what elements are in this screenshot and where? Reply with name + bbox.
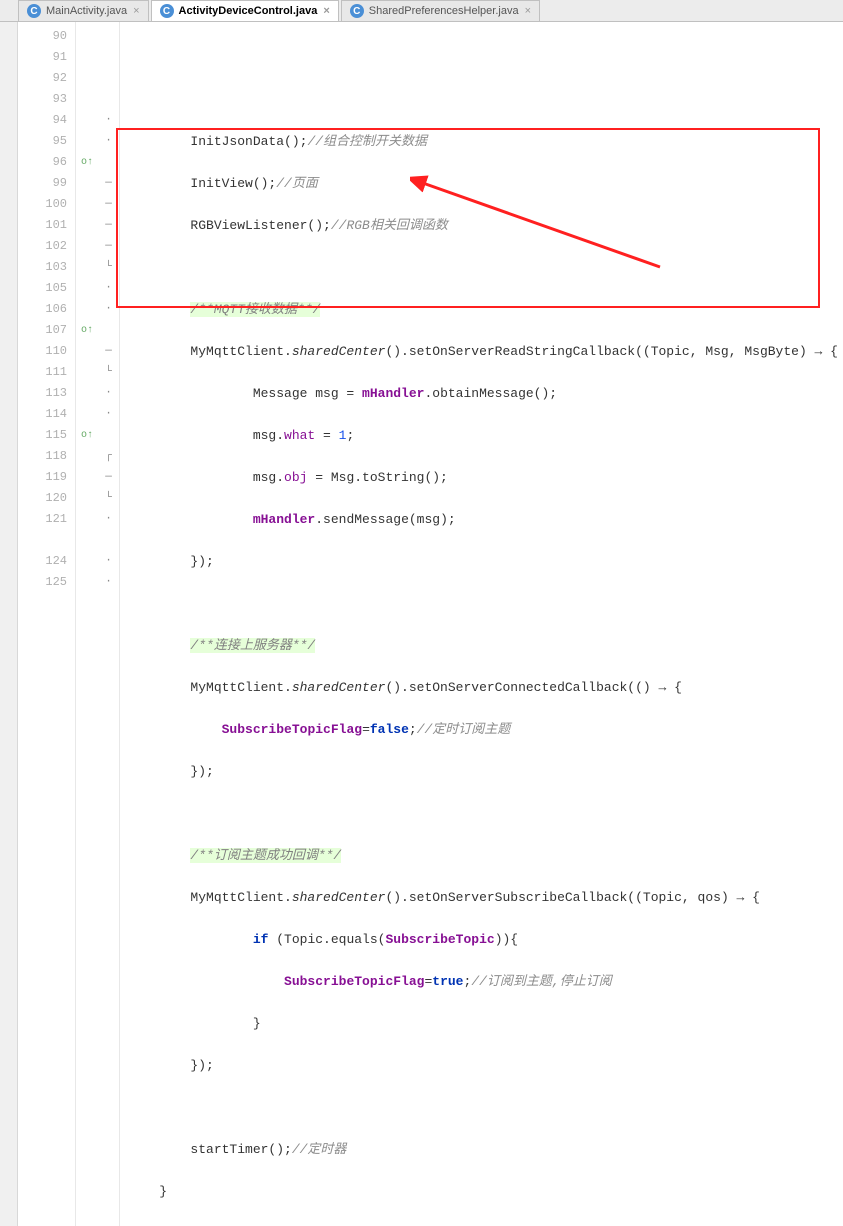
override-icon[interactable]: o↑ bbox=[76, 152, 98, 173]
code-line: SubscribeTopicFlag=false;//定时订阅主题 bbox=[128, 719, 843, 740]
close-icon[interactable]: × bbox=[323, 5, 329, 17]
code-line: InitJsonData();//组合控制开关数据 bbox=[128, 131, 843, 152]
code-line: /**连接上服务器**/ bbox=[128, 635, 843, 656]
code-line: MyMqttClient.sharedCenter().setOnServerS… bbox=[128, 887, 843, 908]
tab-activity-device-control[interactable]: C ActivityDeviceControl.java × bbox=[151, 0, 339, 21]
code-line: msg.obj = Msg.toString(); bbox=[128, 467, 843, 488]
java-class-icon: C bbox=[160, 4, 174, 18]
tab-bar: C MainActivity.java × C ActivityDeviceCo… bbox=[0, 0, 843, 22]
code-line: SubscribeTopicFlag=true;//订阅到主题,停止订阅 bbox=[128, 971, 843, 992]
code-line: }); bbox=[128, 761, 843, 782]
left-strip bbox=[0, 22, 18, 1226]
code-line bbox=[128, 593, 843, 614]
code-line: msg.what = 1; bbox=[128, 425, 843, 446]
code-line: } bbox=[128, 1181, 843, 1202]
tab-label: MainActivity.java bbox=[46, 5, 127, 17]
java-class-icon: C bbox=[350, 4, 364, 18]
tab-label: SharedPreferencesHelper.java bbox=[369, 5, 519, 17]
code-line: }); bbox=[128, 551, 843, 572]
gutter-icons: o↑ o↑ o↑ bbox=[76, 22, 98, 1226]
code-editor[interactable]: 90 91 92 93 94 95 96 99 100 101 102 103 … bbox=[0, 22, 843, 1226]
line-number-gutter: 90 91 92 93 94 95 96 99 100 101 102 103 … bbox=[18, 22, 76, 1226]
code-line: InitView();//页面 bbox=[128, 173, 843, 194]
code-line bbox=[128, 89, 843, 110]
code-line: RGBViewListener();//RGB相关回调函数 bbox=[128, 215, 843, 236]
override-icon[interactable]: o↑ bbox=[76, 320, 98, 341]
tab-main-activity[interactable]: C MainActivity.java × bbox=[18, 0, 149, 21]
code-line: if (Topic.equals(SubscribeTopic)){ bbox=[128, 929, 843, 950]
code-line: Message msg = mHandler.obtainMessage(); bbox=[128, 383, 843, 404]
code-line bbox=[128, 803, 843, 824]
fold-column: · · — — — — └ · · — └ · · ┌ — └ · · · bbox=[98, 22, 120, 1226]
code-line bbox=[128, 257, 843, 278]
tab-shared-preferences-helper[interactable]: C SharedPreferencesHelper.java × bbox=[341, 0, 540, 21]
code-line: MyMqttClient.sharedCenter().setOnServerC… bbox=[128, 677, 843, 698]
code-line: /**订阅主题成功回调**/ bbox=[128, 845, 843, 866]
code-line: }); bbox=[128, 1055, 843, 1076]
tab-label: ActivityDeviceControl.java bbox=[179, 5, 318, 17]
code-line: mHandler.sendMessage(msg); bbox=[128, 509, 843, 530]
code-area[interactable]: InitJsonData();//组合控制开关数据 InitView();//页… bbox=[120, 22, 843, 1226]
code-line: startTimer();//定时器 bbox=[128, 1139, 843, 1160]
override-icon[interactable]: o↑ bbox=[76, 425, 98, 446]
code-line: } bbox=[128, 1013, 843, 1034]
close-icon[interactable]: × bbox=[525, 5, 531, 17]
code-line: MyMqttClient.sharedCenter().setOnServerR… bbox=[128, 341, 843, 362]
code-line bbox=[128, 1097, 843, 1118]
close-icon[interactable]: × bbox=[133, 5, 139, 17]
java-class-icon: C bbox=[27, 4, 41, 18]
code-line: /**MQTT接收数据**/ bbox=[128, 299, 843, 320]
